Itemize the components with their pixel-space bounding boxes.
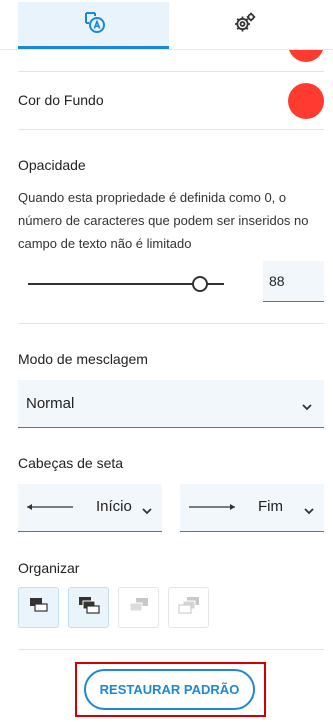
blend-mode-value: Normal <box>26 395 75 412</box>
send-to-back-icon <box>177 596 200 619</box>
chevron-down-icon <box>304 503 314 515</box>
background-color-swatch[interactable] <box>288 83 324 119</box>
opacity-description: Quando esta propriedade é definida como … <box>18 190 309 251</box>
bring-to-front-icon <box>78 596 100 619</box>
properties-panel[interactable]: Cor do Fundo Opacidade Quando esta propr… <box>0 50 333 722</box>
blend-mode-select[interactable]: Normal <box>18 380 324 428</box>
panel-tab-bar <box>0 0 333 50</box>
gear-icon <box>233 11 257 40</box>
color-swatch[interactable] <box>288 50 324 62</box>
arrow-right-icon <box>188 500 236 518</box>
send-backward-button[interactable] <box>118 587 159 628</box>
arrowhead-end-select[interactable]: Fim <box>180 484 324 532</box>
divider <box>18 649 324 650</box>
send-backward-icon <box>128 597 150 618</box>
background-color-label: Cor do Fundo <box>18 92 104 108</box>
tab-style[interactable] <box>18 2 169 49</box>
arrow-left-icon <box>26 500 74 518</box>
bring-forward-button[interactable] <box>18 587 59 628</box>
blend-mode-label: Modo de mesclagem <box>18 351 148 367</box>
arrowhead-start-value: Início <box>96 498 132 515</box>
arrange-label: Organizar <box>18 560 80 576</box>
arrowheads-label: Cabeças de seta <box>18 455 124 471</box>
send-to-back-button[interactable] <box>168 587 209 628</box>
divider <box>18 129 324 130</box>
chevron-down-icon <box>142 503 152 515</box>
bring-forward-icon <box>29 597 49 618</box>
opacity-slider-thumb[interactable] <box>192 276 209 292</box>
arrowhead-end-value: Fim <box>258 498 283 515</box>
tab-settings[interactable] <box>169 2 320 49</box>
arrowhead-start-select[interactable]: Início <box>18 484 162 532</box>
chevron-down-icon <box>302 399 312 411</box>
text-style-icon <box>82 10 106 39</box>
opacity-value-input[interactable] <box>263 261 324 302</box>
restore-defaults-button[interactable]: RESTAURAR PADRÃO <box>84 669 255 710</box>
previous-color-row <box>18 50 324 72</box>
opacity-label: Opacidade <box>18 157 86 173</box>
bring-to-front-button[interactable] <box>68 587 109 628</box>
divider <box>18 323 324 324</box>
